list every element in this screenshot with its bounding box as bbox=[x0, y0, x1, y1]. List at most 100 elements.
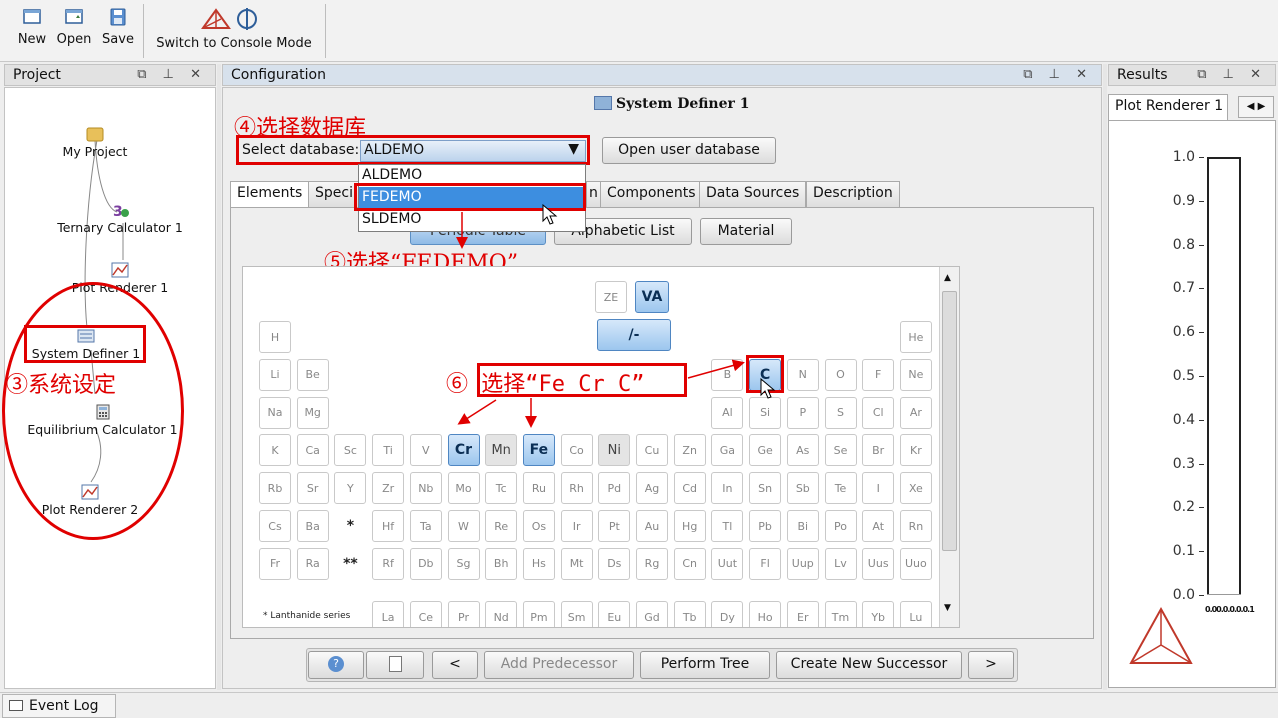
element-cu[interactable]: Cu bbox=[636, 434, 668, 467]
switch-console-button[interactable]: Switch to Console Mode bbox=[148, 6, 320, 56]
tab-data-sources[interactable]: Data Sources bbox=[699, 181, 807, 207]
scroll-up-icon[interactable]: ▲ bbox=[944, 273, 951, 283]
element-pt[interactable]: Pt bbox=[598, 510, 631, 542]
special-ze-button[interactable]: ZE bbox=[595, 281, 627, 313]
element-rg[interactable]: Rg bbox=[636, 547, 668, 580]
material-button[interactable]: Material bbox=[700, 218, 792, 245]
element-au[interactable]: Au bbox=[636, 510, 668, 542]
scroll-down-icon[interactable]: ▼ bbox=[944, 603, 951, 613]
create-new-successor-button[interactable]: Create New Successor bbox=[776, 651, 962, 679]
element-zn[interactable]: Zn bbox=[673, 434, 706, 467]
element-al[interactable]: Al bbox=[711, 396, 744, 429]
element-cn[interactable]: Cn bbox=[673, 547, 706, 580]
element-gd[interactable]: Gd bbox=[636, 601, 668, 627]
element-sg[interactable]: Sg bbox=[447, 547, 480, 580]
element-sr[interactable]: Sr bbox=[296, 472, 329, 505]
element-w[interactable]: W bbox=[447, 510, 480, 542]
tab-species[interactable]: Speci bbox=[308, 181, 360, 207]
element-xe[interactable]: Xe bbox=[899, 472, 932, 505]
element-cr[interactable]: Cr bbox=[447, 434, 480, 467]
help-button[interactable]: ? bbox=[308, 651, 364, 679]
element-v[interactable]: V bbox=[409, 434, 442, 467]
event-log-tab[interactable]: Event Log bbox=[2, 694, 116, 718]
previous-button[interactable]: < bbox=[432, 651, 478, 679]
tab-elements[interactable]: Elements bbox=[230, 181, 310, 208]
tab-plot-renderer-1[interactable]: Plot Renderer 1 bbox=[1108, 94, 1228, 120]
element-cl[interactable]: Cl bbox=[862, 396, 895, 429]
element-mo[interactable]: Mo bbox=[447, 472, 480, 505]
element-b[interactable]: B bbox=[711, 358, 744, 391]
element-ga[interactable]: Ga bbox=[711, 434, 744, 467]
element-uuo[interactable]: Uuo bbox=[899, 547, 932, 580]
element-pr[interactable]: Pr bbox=[447, 601, 480, 627]
element-ds[interactable]: Ds bbox=[598, 547, 631, 580]
element-pb[interactable]: Pb bbox=[749, 510, 782, 542]
panel-window-controls[interactable]: ⧉ ⊥ ✕ bbox=[1023, 67, 1093, 82]
element-dy[interactable]: Dy bbox=[711, 601, 744, 627]
element-kr[interactable]: Kr bbox=[899, 434, 932, 467]
left-splitter[interactable] bbox=[217, 64, 221, 690]
element-lu[interactable]: Lu bbox=[899, 601, 932, 627]
element-hg[interactable]: Hg bbox=[673, 510, 706, 542]
periodic-table-scrollbar[interactable]: ▲ ▼ bbox=[939, 267, 959, 627]
element-co[interactable]: Co bbox=[560, 434, 593, 467]
element-pd[interactable]: Pd bbox=[598, 472, 631, 505]
element-fr[interactable]: Fr bbox=[259, 547, 291, 580]
element-tm[interactable]: Tm bbox=[824, 601, 857, 627]
element-ru[interactable]: Ru bbox=[522, 472, 555, 505]
element-ba[interactable]: Ba bbox=[296, 510, 329, 542]
element-re[interactable]: Re bbox=[485, 510, 518, 542]
element-fl[interactable]: Fl bbox=[749, 547, 782, 580]
element-ne[interactable]: Ne bbox=[899, 358, 932, 391]
element-ge[interactable]: Ge bbox=[749, 434, 782, 467]
element-ti[interactable]: Ti bbox=[372, 434, 405, 467]
element-db[interactable]: Db bbox=[409, 547, 442, 580]
panel-window-controls[interactable]: ⧉ ⊥ ✕ bbox=[1197, 67, 1267, 82]
element-ce[interactable]: Ce bbox=[409, 601, 442, 627]
tab-components[interactable]: Components bbox=[600, 181, 703, 207]
element-te[interactable]: Te bbox=[824, 472, 857, 505]
right-splitter[interactable] bbox=[1103, 64, 1107, 690]
element-ar[interactable]: Ar bbox=[899, 396, 932, 429]
element-li[interactable]: Li bbox=[259, 358, 291, 391]
element-bh[interactable]: Bh bbox=[485, 547, 518, 580]
element-sn[interactable]: Sn bbox=[749, 472, 782, 505]
element-as[interactable]: As bbox=[786, 434, 819, 467]
special-va-button[interactable]: VA bbox=[635, 281, 669, 313]
special-slash-minus-button[interactable]: /- bbox=[597, 319, 671, 351]
element-he[interactable]: He bbox=[899, 321, 932, 353]
element-se[interactable]: Se bbox=[824, 434, 857, 467]
element-rn[interactable]: Rn bbox=[899, 510, 932, 542]
scrollbar-thumb[interactable] bbox=[942, 291, 957, 551]
element-sm[interactable]: Sm bbox=[560, 601, 593, 627]
element-o[interactable]: O bbox=[824, 358, 857, 391]
element-br[interactable]: Br bbox=[862, 434, 895, 467]
element-ni[interactable]: Ni bbox=[598, 434, 631, 467]
element-la[interactable]: La bbox=[372, 601, 405, 627]
tree-node-ternary-calculator[interactable]: 3 Ternary Calculator 1 bbox=[45, 202, 195, 235]
element-at[interactable]: At bbox=[862, 510, 895, 542]
element-tl[interactable]: Tl bbox=[711, 510, 744, 542]
panel-window-controls[interactable]: ⧉ ⊥ ✕ bbox=[137, 67, 207, 82]
element-er[interactable]: Er bbox=[786, 601, 819, 627]
element-mn[interactable]: Mn bbox=[485, 434, 518, 467]
save-button[interactable]: Save bbox=[99, 6, 137, 56]
element-f[interactable]: F bbox=[862, 358, 895, 391]
element-zr[interactable]: Zr bbox=[372, 472, 405, 505]
element-be[interactable]: Be bbox=[296, 358, 329, 391]
element-h[interactable]: H bbox=[259, 321, 291, 353]
element-mg[interactable]: Mg bbox=[296, 396, 329, 429]
new-button[interactable]: New bbox=[14, 6, 50, 56]
element-cs[interactable]: Cs bbox=[259, 510, 291, 542]
element-yb[interactable]: Yb bbox=[862, 601, 895, 627]
element-tb[interactable]: Tb bbox=[673, 601, 706, 627]
element-hf[interactable]: Hf bbox=[372, 510, 405, 542]
element-sc[interactable]: Sc bbox=[334, 434, 367, 467]
element-y[interactable]: Y bbox=[334, 472, 367, 505]
element-rh[interactable]: Rh bbox=[560, 472, 593, 505]
element-pm[interactable]: Pm bbox=[522, 601, 555, 627]
element-k[interactable]: K bbox=[259, 434, 291, 467]
element-na[interactable]: Na bbox=[259, 396, 291, 429]
tree-node-my-project[interactable]: My Project bbox=[45, 126, 145, 159]
element-p[interactable]: P bbox=[786, 396, 819, 429]
